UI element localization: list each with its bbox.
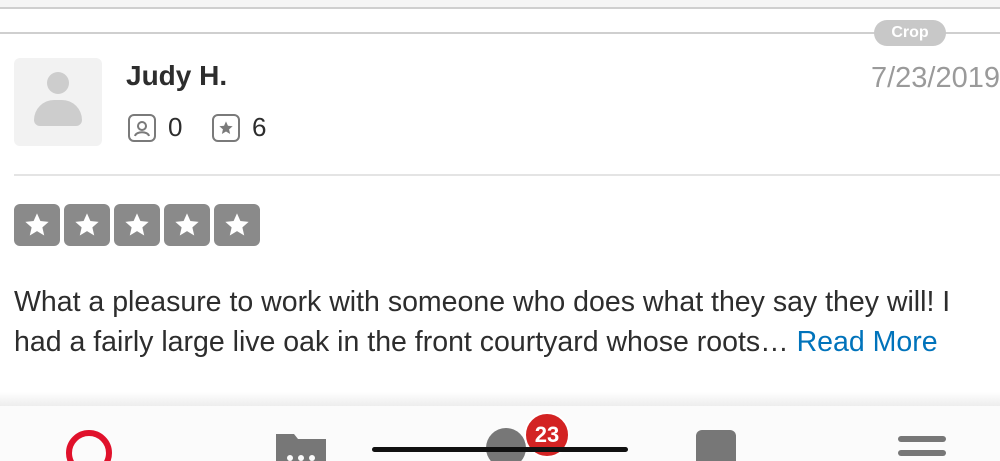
reviews-stat: 6 bbox=[212, 112, 266, 143]
star-icon bbox=[114, 204, 160, 246]
home-indicator[interactable] bbox=[372, 447, 628, 452]
crop-button[interactable]: Crop bbox=[874, 20, 946, 46]
top-divider bbox=[0, 7, 1000, 9]
star-icon bbox=[164, 204, 210, 246]
tab-bar bbox=[0, 406, 1000, 461]
review-body: What a pleasure to work with someone who… bbox=[14, 282, 1000, 362]
folder-icon[interactable] bbox=[274, 428, 328, 461]
menu-icon[interactable] bbox=[898, 436, 946, 461]
avatar-body bbox=[34, 100, 82, 126]
star-icon bbox=[64, 204, 110, 246]
star-icon bbox=[14, 204, 60, 246]
star-rating bbox=[14, 204, 264, 246]
header-divider bbox=[14, 174, 1000, 176]
reviewer-name[interactable]: Judy H. bbox=[126, 60, 227, 92]
tab-bar-shadow bbox=[0, 392, 1000, 406]
read-more-link[interactable]: Read More bbox=[797, 326, 938, 358]
friends-icon bbox=[128, 113, 156, 142]
crop-guide-line bbox=[0, 32, 1000, 34]
reviews-count: 6 bbox=[252, 112, 267, 142]
review-star-icon bbox=[212, 113, 240, 142]
search-icon[interactable] bbox=[66, 430, 112, 461]
bookmark-icon[interactable] bbox=[696, 430, 736, 461]
avatar[interactable] bbox=[14, 58, 102, 146]
star-icon bbox=[214, 204, 260, 246]
friends-count: 0 bbox=[168, 112, 183, 142]
review-date: 7/23/2019 bbox=[870, 62, 1000, 94]
friends-stat: 0 bbox=[128, 112, 182, 143]
avatar-head bbox=[47, 72, 69, 94]
